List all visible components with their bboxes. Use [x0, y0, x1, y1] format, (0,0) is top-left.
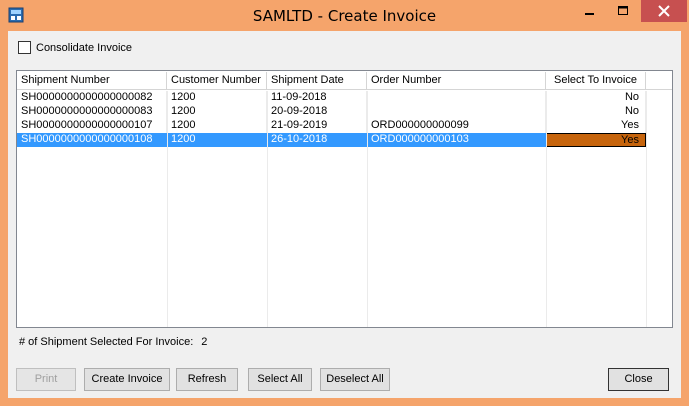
cell-customer-number[interactable]: 1200	[167, 133, 267, 147]
cell-shipment-number[interactable]: SH0000000000000000107	[17, 119, 167, 133]
consolidate-invoice-checkbox[interactable]	[18, 41, 31, 54]
grid-header: Shipment Number Customer Number Shipment…	[17, 72, 672, 90]
cell-shipment-date[interactable]: 26-10-2018	[267, 133, 367, 147]
selected-count-row: # of Shipment Selected For Invoice: 2	[19, 336, 207, 348]
close-window-button[interactable]	[641, 0, 687, 22]
table-row[interactable]: SH0000000000000000082 1200 11-09-2018 No	[17, 91, 672, 105]
cell-order-number[interactable]	[367, 91, 546, 105]
grid-line	[646, 91, 647, 327]
minimize-icon	[585, 13, 594, 15]
column-header-customer-number[interactable]: Customer Number	[167, 72, 267, 90]
table-row[interactable]: SH0000000000000000083 1200 20-09-2018 No	[17, 105, 672, 119]
close-icon	[658, 5, 670, 17]
minimize-button[interactable]	[575, 0, 605, 22]
cell-shipment-date[interactable]: 11-09-2018	[267, 91, 367, 105]
table-row-selected[interactable]: SH0000000000000000108 1200 26-10-2018 OR…	[17, 133, 672, 147]
cell-order-number[interactable]	[367, 105, 546, 119]
grid-line	[167, 91, 168, 327]
cell-customer-number[interactable]: 1200	[167, 91, 267, 105]
print-button[interactable]: Print	[16, 368, 76, 391]
column-header-select-to-invoice[interactable]: Select To Invoice	[546, 72, 646, 90]
cell-customer-number[interactable]: 1200	[167, 105, 267, 119]
create-invoice-button[interactable]: Create Invoice	[84, 368, 170, 391]
grid-line	[367, 91, 368, 327]
cell-shipment-date[interactable]: 20-09-2018	[267, 105, 367, 119]
selected-count-label: # of Shipment Selected For Invoice:	[19, 336, 194, 348]
select-all-button[interactable]: Select All	[248, 368, 312, 391]
maximize-button[interactable]	[608, 0, 638, 22]
refresh-button[interactable]: Refresh	[176, 368, 238, 391]
cell-select-to-invoice[interactable]: Yes	[546, 119, 646, 133]
cell-select-to-invoice[interactable]: No	[546, 91, 646, 105]
consolidate-invoice-label: Consolidate Invoice	[36, 41, 133, 54]
cell-customer-number[interactable]: 1200	[167, 119, 267, 133]
cell-shipment-number[interactable]: SH0000000000000000108	[17, 133, 167, 147]
column-header-shipment-date[interactable]: Shipment Date	[267, 72, 367, 90]
cell-shipment-date[interactable]: 21-09-2019	[267, 119, 367, 133]
cell-shipment-number[interactable]: SH0000000000000000082	[17, 91, 167, 105]
deselect-all-button[interactable]: Deselect All	[320, 368, 390, 391]
column-header-filler	[646, 72, 672, 90]
grid-line	[546, 91, 547, 327]
cell-select-to-invoice-focused[interactable]: Yes	[546, 133, 646, 147]
column-header-order-number[interactable]: Order Number	[367, 72, 546, 90]
title-bar[interactable]: SAMLTD - Create Invoice	[0, 0, 689, 31]
table-row[interactable]: SH0000000000000000107 1200 21-09-2019 OR…	[17, 119, 672, 133]
close-button[interactable]: Close	[608, 368, 669, 391]
shipment-grid[interactable]: Shipment Number Customer Number Shipment…	[16, 70, 673, 328]
grid-body: SH0000000000000000082 1200 11-09-2018 No…	[17, 91, 672, 147]
consolidate-invoice-option[interactable]: Consolidate Invoice	[18, 41, 132, 54]
cell-shipment-number[interactable]: SH0000000000000000083	[17, 105, 167, 119]
column-header-shipment-number[interactable]: Shipment Number	[17, 72, 167, 90]
selected-count-value: 2	[201, 336, 208, 348]
maximize-icon	[617, 6, 628, 15]
cell-order-number[interactable]: ORD000000000099	[367, 119, 546, 133]
create-invoice-window: SAMLTD - Create Invoice Consolidate Invo…	[0, 0, 689, 406]
cell-order-number[interactable]: ORD000000000103	[367, 133, 546, 147]
cell-select-to-invoice[interactable]: No	[546, 105, 646, 119]
client-area: Consolidate Invoice Shipment Number Cust…	[8, 31, 681, 398]
grid-line	[267, 91, 268, 327]
